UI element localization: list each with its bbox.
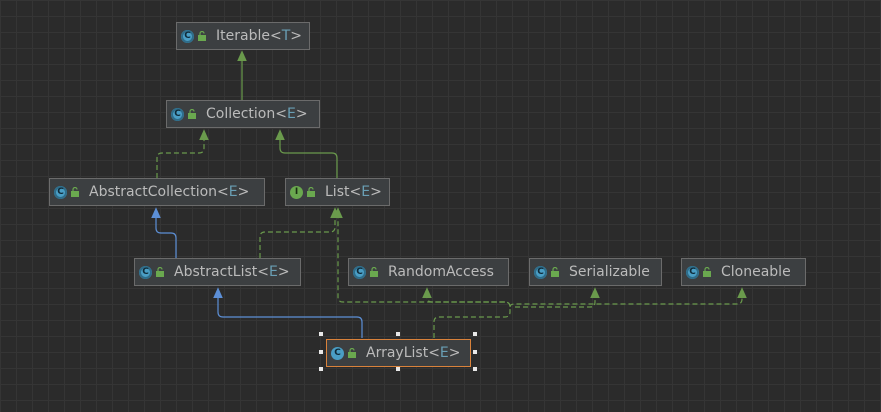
abstract-class-icon: C (353, 265, 366, 279)
public-lock-icon (71, 187, 79, 197)
public-lock-icon (370, 267, 378, 277)
edge-arraylist-abstractlist (213, 287, 363, 338)
node-iterable[interactable]: C Iterable<T> (176, 22, 310, 50)
public-lock-icon (307, 187, 315, 197)
edge-list-collection (275, 129, 338, 178)
node-collection[interactable]: C Collection<E> (166, 100, 320, 128)
public-lock-icon (188, 109, 196, 119)
node-label: AbstractList<E> (174, 264, 290, 280)
uml-diagram-canvas: C Iterable<T> C Collection<E> C Abstract… (0, 0, 881, 412)
node-label: Cloneable (721, 264, 791, 280)
node-label: ArrayList<E> (366, 345, 461, 361)
selection-handle[interactable] (396, 367, 400, 371)
edge-arraylist-serializable (515, 287, 600, 308)
public-lock-icon (551, 267, 559, 277)
node-randomaccess[interactable]: C RandomAccess (348, 258, 509, 286)
abstract-class-icon: C (181, 29, 194, 43)
node-cloneable[interactable]: C Cloneable (681, 258, 806, 286)
node-label: AbstractCollection<E> (89, 184, 250, 200)
node-abstractlist[interactable]: C AbstractList<E> (134, 258, 301, 286)
node-label: Iterable<T> (216, 28, 302, 44)
node-serializable[interactable]: C Serializable (529, 258, 662, 286)
edge-abstractlist-list (259, 207, 340, 258)
interface-icon: I (290, 185, 303, 199)
public-lock-icon (348, 348, 356, 358)
selection-handle[interactable] (319, 350, 323, 354)
selection-handle[interactable] (319, 367, 323, 371)
edge-abstractlist-abstractcollection (151, 207, 177, 258)
node-label: RandomAccess (388, 264, 494, 280)
public-lock-icon (198, 31, 206, 41)
node-list[interactable]: I List<E> (285, 178, 390, 206)
class-icon: C (331, 346, 344, 360)
abstract-class-icon: C (54, 185, 67, 199)
edge-arraylist-randomaccess (422, 287, 505, 303)
public-lock-icon (156, 267, 164, 277)
abstract-class-icon: C (686, 265, 699, 279)
node-label: Serializable (569, 264, 650, 280)
selection-handle[interactable] (473, 350, 477, 354)
abstract-class-icon: C (171, 107, 184, 121)
selection-handle[interactable] (473, 332, 477, 336)
selection-handle[interactable] (319, 332, 323, 336)
node-arraylist[interactable]: C ArrayList<E> (326, 339, 471, 367)
selection-handle[interactable] (473, 367, 477, 371)
abstract-class-icon: C (534, 265, 547, 279)
abstract-class-icon: C (139, 265, 152, 279)
node-abstractcollection[interactable]: C AbstractCollection<E> (49, 178, 265, 206)
node-label: Collection<E> (206, 106, 308, 122)
edge-arraylist-cloneable (509, 287, 747, 308)
selection-handle[interactable] (396, 332, 400, 336)
edge-abstractcollection-collection (156, 129, 209, 178)
public-lock-icon (703, 267, 711, 277)
node-label: List<E> (325, 184, 382, 200)
